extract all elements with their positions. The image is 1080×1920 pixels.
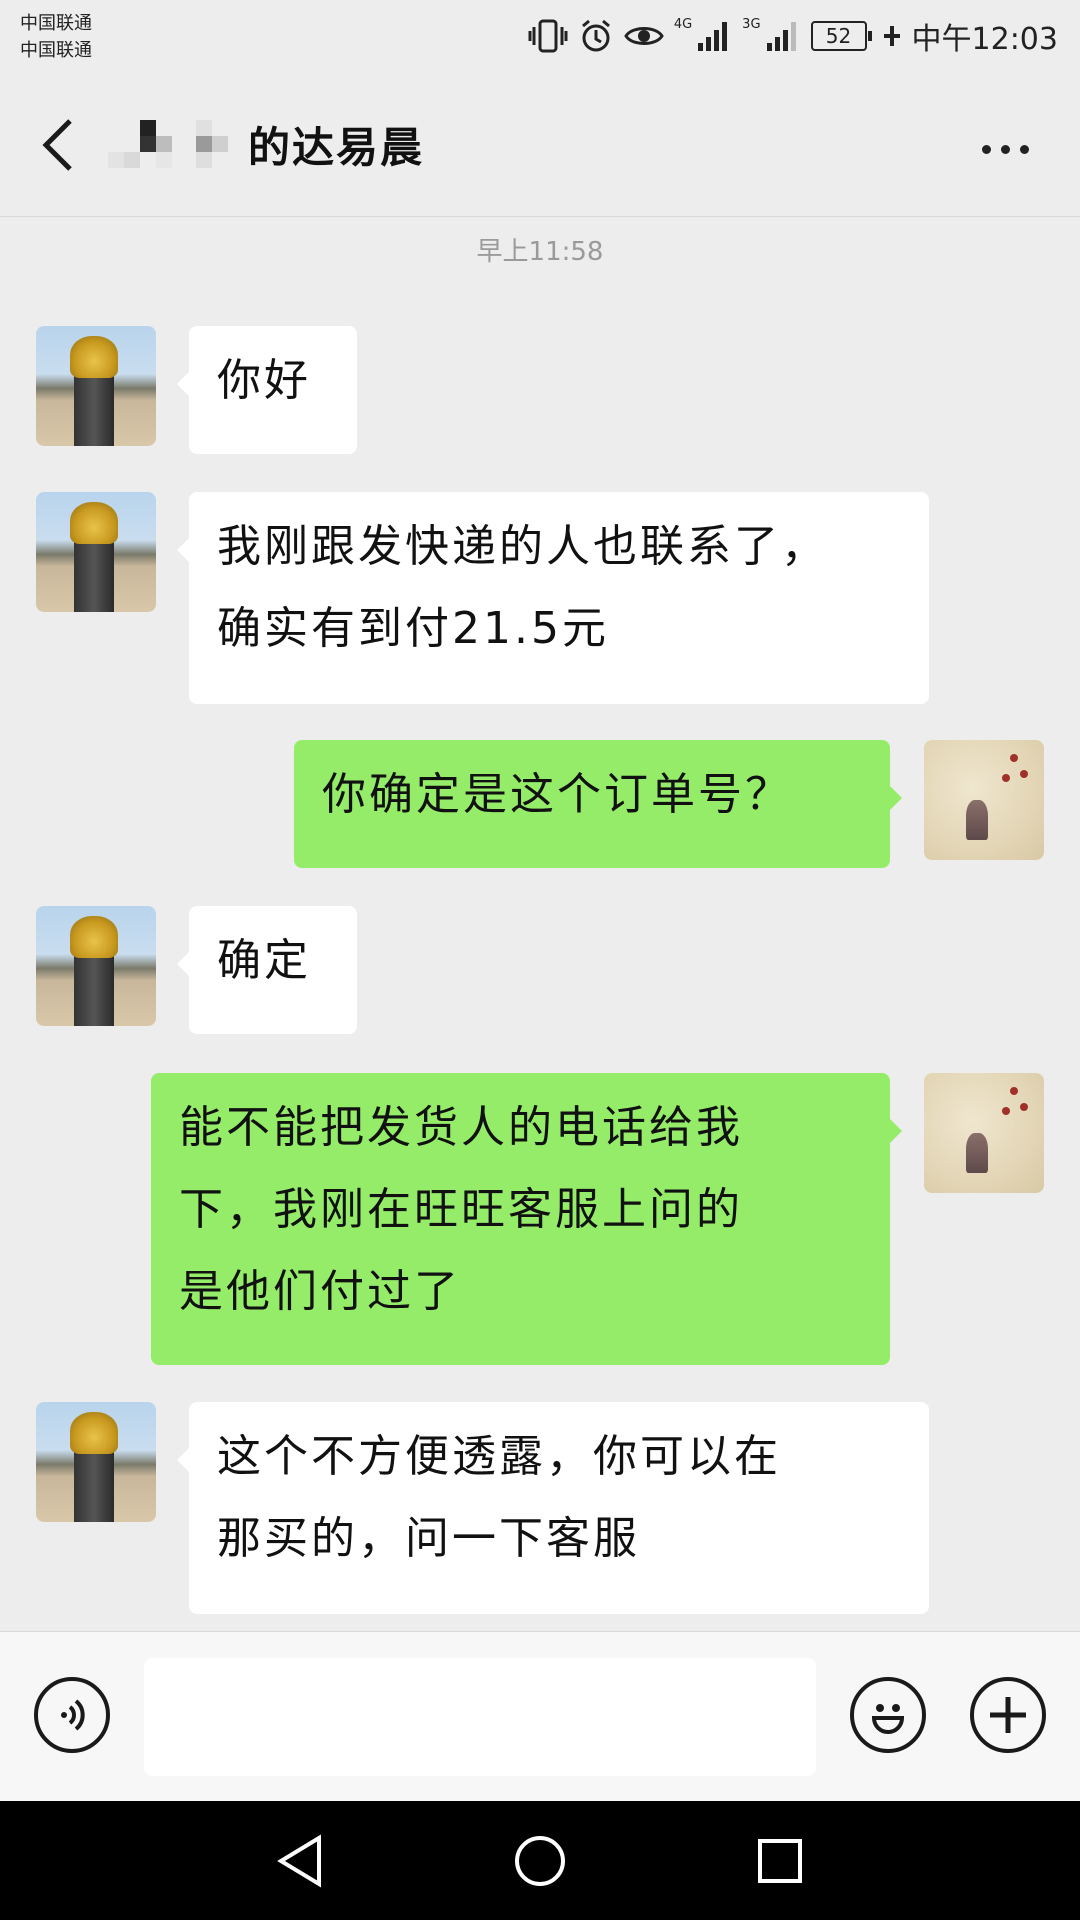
nav-recents-icon <box>758 1839 802 1883</box>
avatar-statue <box>70 1412 118 1454</box>
avatar-statue <box>70 916 118 958</box>
redacted-name <box>108 120 172 168</box>
battery-level: 52 <box>810 21 867 51</box>
signal-weak-icon <box>765 19 801 53</box>
more-dot <box>1000 144 1010 154</box>
avatar[interactable] <box>36 906 156 1026</box>
avatar[interactable] <box>924 1073 1044 1193</box>
message-timestamp: 早上11:58 <box>476 237 604 267</box>
network-type-2: 3G <box>742 17 761 32</box>
avatar[interactable] <box>36 326 156 446</box>
avatar[interactable] <box>924 740 1044 860</box>
message-bubble[interactable]: 能不能把发货人的电话给我 下，我刚在旺旺客服上问的 是他们付过了 <box>151 1073 902 1365</box>
carrier-2: 中国联通 <box>20 40 92 61</box>
voice-icon <box>61 1699 85 1731</box>
nav-home-button[interactable] <box>508 1829 572 1893</box>
message-line: 我刚跟发快递的人也联系了， <box>217 521 828 572</box>
message-line: 能不能把发货人的电话给我 <box>179 1102 743 1153</box>
alarm-icon <box>578 18 614 54</box>
avatar-monument <box>74 532 114 612</box>
vibrate-icon <box>528 18 568 54</box>
battery-tip <box>867 31 872 41</box>
carrier-info: 中国联通 中国联通 <box>20 10 92 64</box>
message-line: 这个不方便透露，你可以在 <box>217 1431 781 1482</box>
chat-title: 的达易晨 <box>108 114 424 174</box>
message-line: 确定 <box>217 935 311 986</box>
carrier-1: 中国联通 <box>20 13 92 34</box>
status-icons: 4G 3G 52 中午12:03 <box>528 14 1058 58</box>
message-bubble[interactable]: 你确定是这个订单号？ <box>294 740 902 868</box>
voice-button[interactable] <box>34 1677 110 1753</box>
plus-icon <box>990 1697 1026 1733</box>
message-line: 是他们付过了 <box>179 1266 461 1317</box>
nav-recents-button[interactable] <box>748 1829 812 1893</box>
avatar-dot <box>1020 770 1028 778</box>
more-dots-icon <box>981 144 991 154</box>
avatar[interactable] <box>36 1402 156 1522</box>
avatar-dot <box>1020 1103 1028 1111</box>
message-line: 你好 <box>217 355 311 406</box>
avatar-monument <box>74 946 114 1026</box>
avatar-figure <box>966 1133 988 1173</box>
system-nav-bar <box>0 1801 1080 1920</box>
add-button[interactable] <box>970 1677 1046 1753</box>
message-line: 那买的，问一下客服 <box>217 1513 640 1564</box>
avatar-dot <box>1010 754 1018 762</box>
nav-home-icon <box>515 1836 565 1886</box>
message-line: 下，我刚在旺旺客服上问的 <box>179 1184 743 1235</box>
avatar-statue <box>70 502 118 544</box>
more-dot <box>1019 144 1029 154</box>
message-bubble[interactable]: 我刚跟发快递的人也联系了， 确实有到付21.5元 <box>177 492 929 704</box>
chat-header: 的达易晨 <box>0 80 1080 217</box>
battery-indicator: 52 <box>810 21 872 51</box>
avatar-dot <box>1002 774 1010 782</box>
redacted-name-2 <box>196 120 228 168</box>
message-input[interactable] <box>144 1658 816 1776</box>
avatar-monument <box>74 366 114 446</box>
status-time: 中午12:03 <box>911 22 1058 57</box>
avatar-dot <box>1010 1087 1018 1095</box>
avatar-monument <box>74 1442 114 1522</box>
more-options-button[interactable] <box>970 124 1040 174</box>
message-bubble[interactable]: 这个不方便透露，你可以在 那买的，问一下客服 <box>177 1402 929 1614</box>
eye-icon <box>624 21 664 51</box>
avatar[interactable] <box>36 492 156 612</box>
page-title: 的达易晨 <box>248 122 425 172</box>
emoji-icon <box>871 1704 905 1734</box>
emoji-button[interactable] <box>850 1677 926 1753</box>
nav-back-button[interactable] <box>268 1829 332 1893</box>
signal-icon <box>696 19 732 53</box>
message-bubble[interactable]: 你好 <box>177 326 357 454</box>
avatar-statue <box>70 336 118 378</box>
nav-back-icon <box>277 1834 321 1888</box>
message-bubble[interactable]: 确定 <box>177 906 357 1034</box>
network-type-1: 4G <box>673 17 693 32</box>
avatar-figure <box>966 800 988 840</box>
message-line: 你确定是这个订单号？ <box>322 769 792 820</box>
chat-messages[interactable]: 早上11:58 你好 我刚跟发快递的人也联系了， 确实有到付21.5元 你确定是… <box>0 217 1080 1631</box>
input-bar <box>0 1631 1080 1802</box>
avatar-dot <box>1002 1107 1010 1115</box>
charging-icon <box>882 24 902 48</box>
back-button[interactable] <box>28 110 88 180</box>
chevron-left-icon <box>42 119 72 171</box>
status-bar: 中国联通 中国联通 4G 3G 52 中午12:03 <box>0 0 1080 80</box>
message-line: 确实有到付21.5元 <box>217 603 609 654</box>
